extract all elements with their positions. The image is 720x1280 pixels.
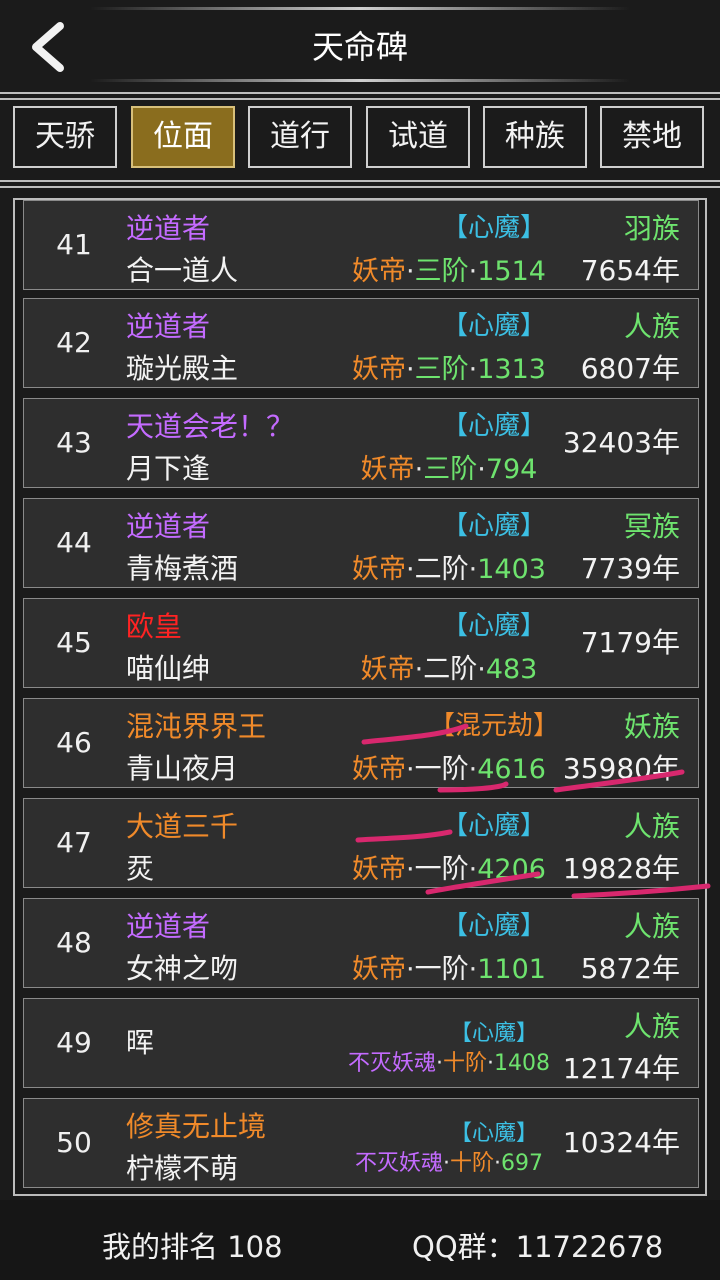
faction-label: 【心魔】: [441, 311, 546, 341]
divider: [0, 186, 720, 188]
header-top-rule: [90, 7, 630, 10]
rank-number: 46: [56, 726, 92, 759]
header-bottom-rule: [90, 79, 630, 82]
player-title: 逆道者: [126, 910, 211, 943]
player-name: 月下逢: [126, 452, 211, 485]
faction-label: 【心魔】: [441, 811, 546, 841]
years-value: 7739年: [580, 552, 680, 585]
ranking-row[interactable]: 46 混沌界界王 青山夜月 【混元劫】 妖帝·一阶·4616 妖族 35980年: [23, 698, 699, 788]
tab-weimian[interactable]: 位面: [131, 106, 235, 168]
years-value: 32403年: [562, 426, 680, 459]
player-title: 混沌界界王: [126, 710, 267, 743]
qq-group-label: QQ群：11722678: [412, 1230, 664, 1264]
ranking-list[interactable]: 41 逆道者 合一道人 【心魔】 妖帝·三阶·1514 羽族 7654年 42 …: [13, 198, 707, 1196]
ranking-row[interactable]: 50 修真无止境 柠檬不萌 【心魔】 不灭妖魂·十阶·697 10324年: [23, 1098, 699, 1188]
player-title: 欧皇: [126, 610, 183, 643]
years-value: 19828年: [562, 852, 680, 885]
divider: [0, 180, 720, 182]
years-value: 35980年: [562, 752, 680, 785]
rank-number: 41: [56, 228, 92, 261]
faction-label: 【心魔】: [441, 213, 546, 243]
ranking-row[interactable]: 43 天道会老！？ 月下逢 【心魔】 妖帝·三阶·794 32403年: [23, 398, 699, 488]
tab-bar: 天骄 位面 道行 试道 种族 禁地: [13, 106, 713, 174]
player-title: 修真无止境: [126, 1110, 267, 1143]
realm-info: 妖帝·三阶·1514: [352, 256, 546, 287]
ranking-row[interactable]: 45 欧皇 喵仙绅 【心魔】 妖帝·二阶·483 7179年: [23, 598, 699, 688]
divider: [0, 92, 720, 94]
player-name: 青梅煮酒: [126, 552, 239, 585]
race-label: 羽族: [623, 212, 680, 245]
rank-number: 47: [56, 826, 92, 859]
rank-number: 48: [56, 926, 92, 959]
player-name: 璇光殿主: [126, 352, 239, 385]
realm-info: 妖帝·二阶·1403: [352, 554, 546, 585]
rank-number: 49: [56, 1026, 92, 1059]
header: 天命碑: [0, 0, 720, 92]
race-label: 人族: [623, 910, 680, 943]
ranking-row[interactable]: 49 晖 【心魔】 不灭妖魂·十阶·1408 人族 12174年: [23, 998, 699, 1088]
player-name: 柠檬不萌: [126, 1152, 239, 1185]
race-label: 人族: [623, 310, 680, 343]
player-name: 女神之吻: [126, 952, 239, 985]
rank-number: 42: [56, 326, 92, 359]
player-name: 喵仙绅: [126, 652, 211, 685]
years-value: 10324年: [562, 1126, 680, 1159]
player-name: 合一道人: [126, 254, 239, 287]
tab-jindi[interactable]: 禁地: [600, 106, 704, 168]
ranking-row[interactable]: 47 大道三千 烎 【心魔】 妖帝·一阶·4206 人族 19828年: [23, 798, 699, 888]
years-value: 7654年: [580, 254, 680, 287]
realm-info: 妖帝·一阶·1101: [352, 954, 546, 985]
race-label: 人族: [623, 810, 680, 843]
race-label: 冥族: [623, 510, 680, 543]
rank-number: 43: [56, 426, 92, 459]
faction-label: 【心魔】: [441, 911, 546, 941]
years-value: 12174年: [562, 1052, 680, 1085]
years-value: 6807年: [580, 352, 680, 385]
player-name: 晖: [126, 1026, 155, 1059]
player-title: 逆道者: [126, 510, 211, 543]
page-title: 天命碑: [311, 28, 408, 66]
rank-number: 44: [56, 526, 92, 559]
race-label: 人族: [623, 1010, 680, 1043]
player-name: 烎: [126, 852, 155, 885]
tab-daoxing[interactable]: 道行: [248, 106, 352, 168]
years-value: 5872年: [580, 952, 680, 985]
ranking-row[interactable]: 48 逆道者 女神之吻 【心魔】 妖帝·一阶·1101 人族 5872年: [23, 898, 699, 988]
player-title: 天道会老！？: [126, 410, 295, 443]
faction-label: 【心魔】: [441, 511, 546, 541]
realm-info: 妖帝·三阶·1313: [352, 354, 546, 385]
ranking-row[interactable]: 44 逆道者 青梅煮酒 【心魔】 妖帝·二阶·1403 冥族 7739年: [23, 498, 699, 588]
years-value: 7179年: [580, 626, 680, 659]
ranking-row[interactable]: 42 逆道者 璇光殿主 【心魔】 妖帝·三阶·1313 人族 6807年: [23, 298, 699, 388]
player-name: 青山夜月: [126, 752, 239, 785]
faction-label: 【心魔】: [449, 1021, 538, 1046]
realm-info: 妖帝·二阶·483: [360, 654, 538, 685]
footer-bar: 我的排名 108 QQ群：11722678: [0, 1200, 720, 1280]
ranking-row[interactable]: 41 逆道者 合一道人 【心魔】 妖帝·三阶·1514 羽族 7654年: [23, 200, 699, 290]
tab-zhongzu[interactable]: 种族: [483, 106, 587, 168]
player-title: 逆道者: [126, 212, 211, 245]
player-title: 逆道者: [126, 310, 211, 343]
rank-number: 50: [56, 1126, 92, 1159]
tab-tianjiao[interactable]: 天骄: [13, 106, 117, 168]
my-rank-label: 我的排名 108: [102, 1230, 283, 1264]
rank-number: 45: [56, 626, 92, 659]
faction-label: 【混元劫】: [428, 711, 559, 741]
race-label: 妖族: [623, 710, 680, 743]
divider: [0, 98, 720, 100]
player-title: 大道三千: [126, 810, 239, 843]
tab-shidao[interactable]: 试道: [366, 106, 470, 168]
